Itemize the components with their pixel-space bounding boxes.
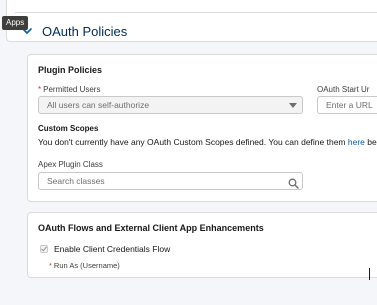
apex-plugin-class-input[interactable]: Search classes [38, 172, 303, 190]
permitted-users-value: All users can self-authorize [47, 100, 150, 110]
oauth-start-url-placeholder: Enter a URL [326, 100, 373, 110]
run-as-label: * Run As (Username) [49, 261, 120, 270]
permitted-users-label: * Permitted Users [38, 85, 100, 94]
apps-tooltip: Apps [2, 16, 29, 30]
permitted-users-label-text: Permitted Users [43, 85, 101, 94]
custom-scopes-link[interactable]: here [348, 137, 365, 147]
oauth-start-url-input[interactable]: Enter a URL [317, 96, 377, 114]
section-title: OAuth Policies [42, 23, 128, 39]
required-marker: * [49, 261, 52, 270]
oauth-policies-toggle[interactable]: OAuth Policies [14, 18, 377, 44]
checkmark-icon [41, 246, 47, 252]
custom-scopes-text: You don't currently have any OAuth Custo… [38, 137, 377, 147]
apex-plugin-class-label: Apex Plugin Class [38, 160, 103, 169]
run-as-label-text: Run As (Username) [53, 261, 120, 270]
custom-scopes-message: You don't currently have any OAuth Custo… [38, 137, 348, 147]
client-credentials-checkbox[interactable] [40, 245, 48, 253]
client-credentials-label: Enable Client Credentials Flow [54, 244, 171, 254]
custom-scopes-message-tail: be [364, 137, 377, 147]
section-divider [15, 12, 377, 13]
text-cursor [369, 268, 370, 280]
card-title: OAuth Flows and External Client App Enha… [38, 223, 264, 233]
card-title: Plugin Policies [38, 65, 103, 75]
oauth-start-url-label: OAuth Start Ur [317, 85, 370, 94]
required-marker: * [38, 85, 42, 94]
caret-down-icon[interactable] [289, 103, 297, 108]
search-icon [288, 176, 299, 189]
custom-scopes-label: Custom Scopes [38, 124, 99, 133]
apex-plugin-class-placeholder: Search classes [47, 176, 105, 186]
permitted-users-select[interactable]: All users can self-authorize [38, 96, 303, 114]
